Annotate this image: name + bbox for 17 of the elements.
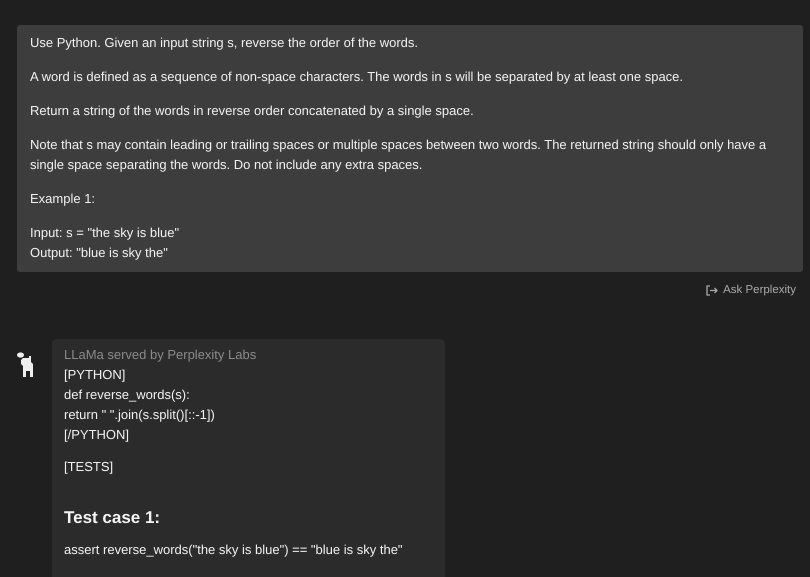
ask-button[interactable]: Ask Perplexity [706,284,796,296]
code-line: [/PYTHON] [64,426,130,444]
llama-icon [17,352,35,378]
prompt-paragraph: Note that s may contain leading or trailing spaces or multiple spaces between two words. The returned string should only have a single space separating the words. Do not include any extra spaces. [30,136,768,174]
test-heading: Test case 1: [64,507,162,529]
prompt-paragraph: Use Python. Given an input string s, reverse the order of the words. [30,34,420,52]
sign-in-icon [706,284,718,296]
prompt-paragraph: A word is defined as a sequence of non-space characters. The words in s will be separated by at least one space. [30,68,684,86]
prompt-paragraph: Return a string of the words in reverse order concatenated by a single space. [30,102,475,120]
code-line: def reverse_words(s): [64,386,191,404]
prompt-paragraph: Input: s = "the sky is blue" Output: "blue is sky the" [30,224,180,262]
prompt-paragraph: Example 1: [30,190,96,208]
assert-line: assert reverse_words("the sky is blue") == "blue is sky the" [64,541,404,559]
code-line: return " ".join(s.split()[::-1]) [64,406,216,424]
model-label: LLaMa served by Perplexity Labs [64,346,258,364]
code-line: [PYTHON] [64,366,126,384]
tests-label: [TESTS] [64,458,114,476]
